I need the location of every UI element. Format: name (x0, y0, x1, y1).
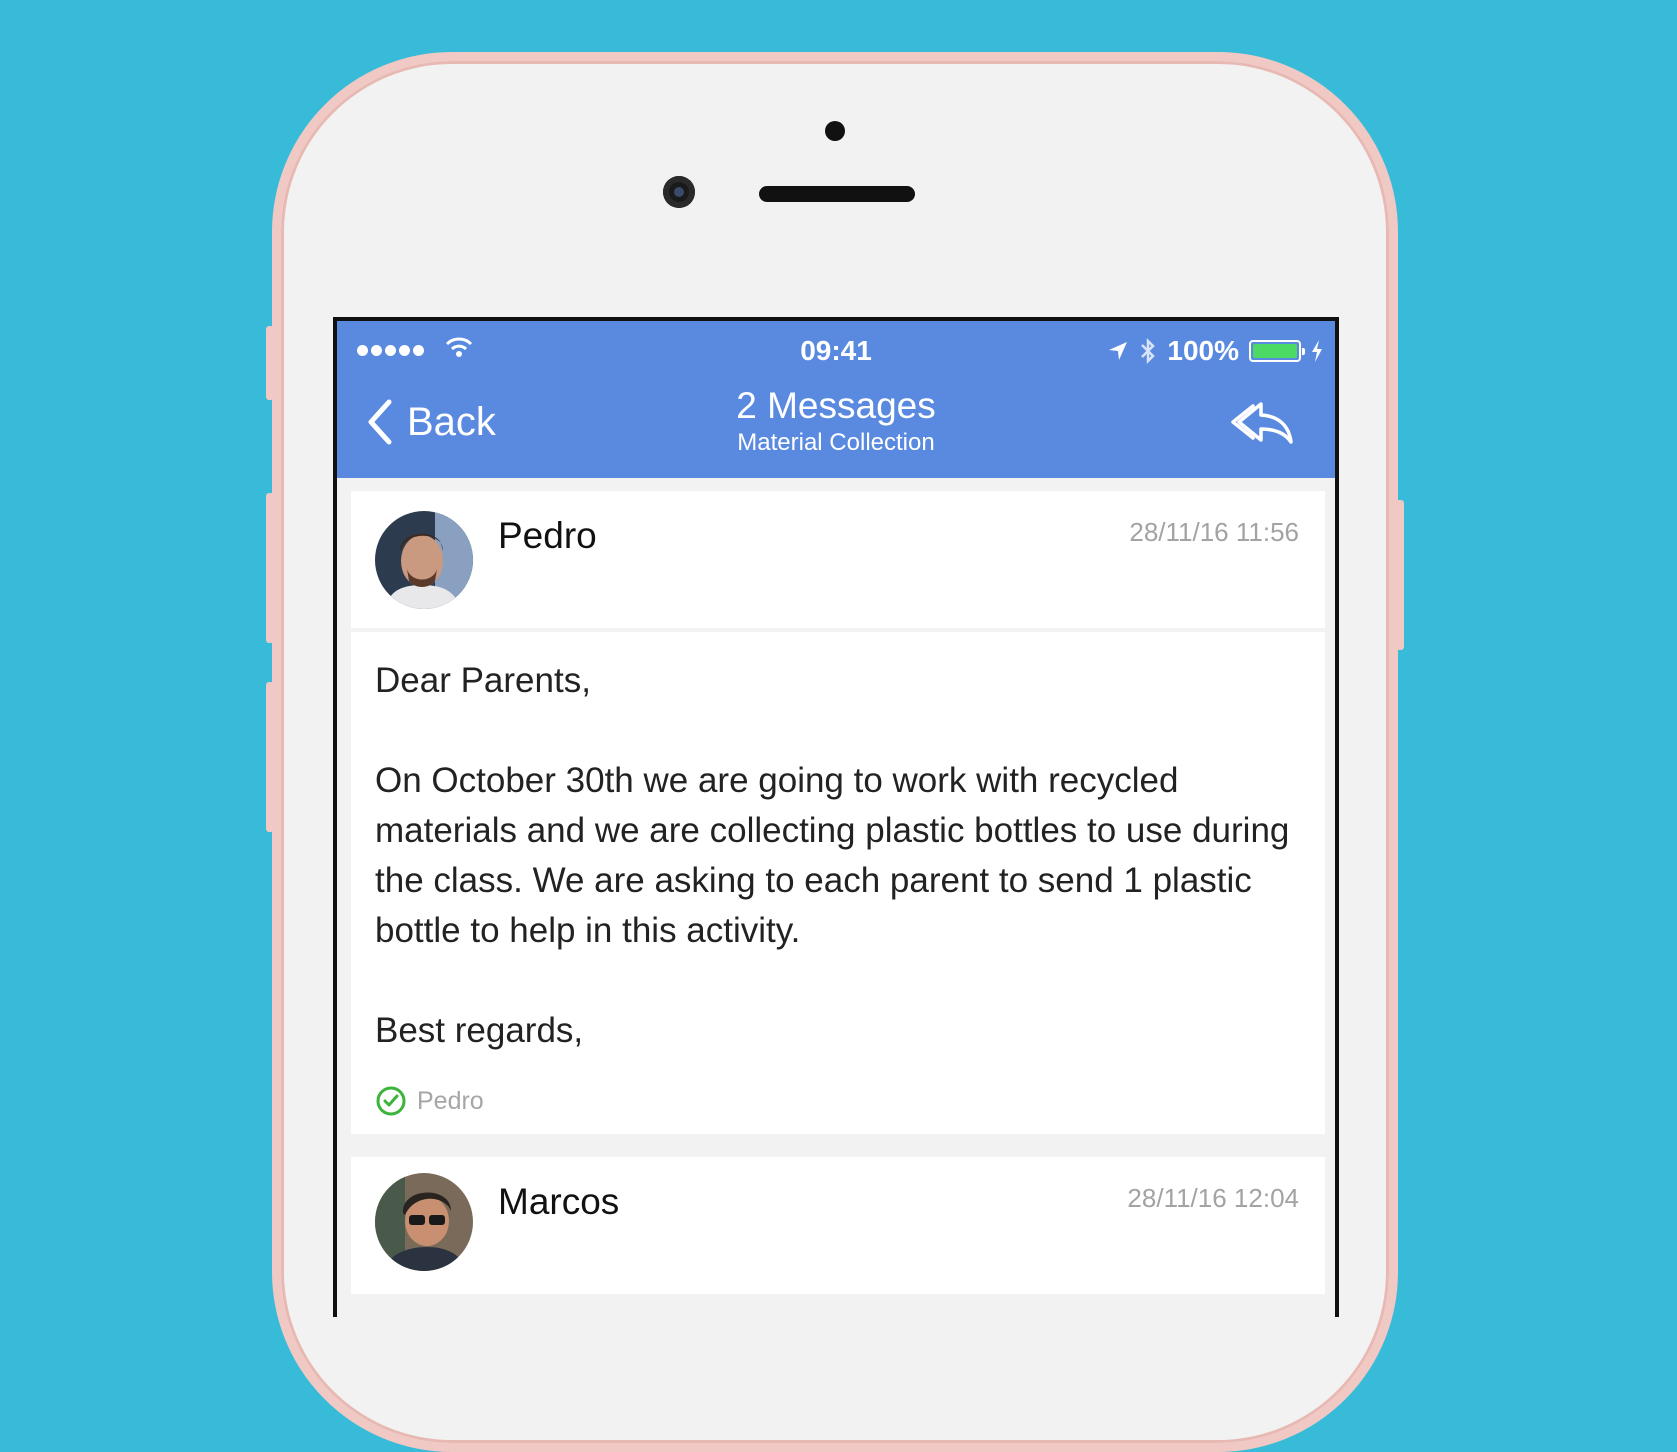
location-arrow-icon (1109, 342, 1128, 360)
sender-name: Pedro (498, 515, 597, 556)
avatar-pedro (375, 511, 473, 609)
avatar-marcos (375, 1173, 473, 1271)
check-circle-icon (376, 1086, 406, 1116)
navigation-bar: Back 2 Messages Material Collection (337, 376, 1335, 476)
front-camera (663, 176, 695, 208)
message-paragraph: Best regards, (375, 1011, 584, 1050)
mute-switch (266, 326, 274, 400)
status-bar: 09:41 100% (337, 331, 1335, 371)
message-paragraph: Dear Parents, (375, 661, 591, 700)
message-date: 28/11/16 11:56 (1129, 517, 1299, 547)
battery-percentage: 100% (1167, 335, 1239, 366)
power-button (1396, 500, 1404, 650)
battery-icon (1249, 340, 1305, 362)
earpiece-speaker (759, 186, 915, 202)
read-receipt: Pedro (375, 1076, 1301, 1126)
message-header-pedro[interactable]: Pedro 28/11/16 11:56 (351, 491, 1325, 628)
message-date: 28/11/16 12:04 (1127, 1183, 1299, 1213)
message-header-marcos[interactable]: Marcos 28/11/16 12:04 (351, 1157, 1325, 1294)
page-subtitle: Material Collection (737, 429, 935, 456)
app-header: 09:41 100% Back 2 Messages Material Coll… (337, 321, 1335, 478)
sender-name: Marcos (498, 1181, 620, 1222)
page-title: 2 Messages (736, 385, 936, 426)
battery-fill (1253, 344, 1297, 358)
proximity-sensor (825, 121, 845, 141)
message-paragraph: On October 30th we are going to work wit… (375, 761, 1290, 950)
volume-down-button (266, 682, 274, 832)
nav-title-block: 2 Messages Material Collection (337, 384, 1335, 458)
status-right: 100% (1107, 331, 1323, 371)
read-by-name: Pedro (417, 1087, 484, 1115)
phone-screen: 09:41 100% Back 2 Messages Material Coll… (333, 317, 1339, 1317)
message-text: Dear Parents, On October 30th we are goi… (351, 632, 1325, 1126)
charging-bolt-icon (1312, 340, 1322, 362)
volume-up-button (266, 493, 274, 643)
bluetooth-icon (1141, 337, 1156, 365)
message-body-pedro: Dear Parents, On October 30th we are goi… (351, 632, 1325, 1134)
reply-all-icon[interactable] (1231, 398, 1295, 446)
